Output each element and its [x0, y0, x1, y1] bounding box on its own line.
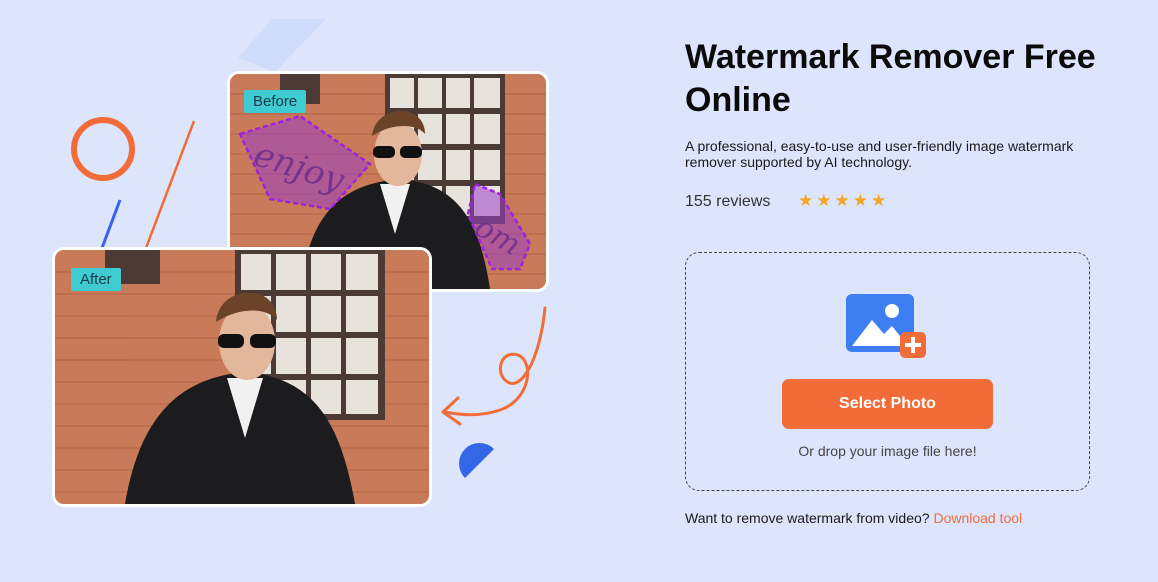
select-photo-button[interactable]: Select Photo — [782, 379, 993, 429]
video-question: Want to remove watermark from video? — [685, 510, 930, 526]
page-description: A professional, easy-to-use and user-fri… — [685, 138, 1074, 170]
after-tag: After — [71, 268, 121, 291]
deco-curved-arrow — [443, 306, 547, 417]
deco-blue-line — [100, 199, 122, 249]
before-tag: Before — [244, 90, 307, 113]
reviews-count: 155 reviews — [685, 193, 771, 210]
download-tool-link[interactable]: Download tool — [933, 510, 1022, 526]
deco-orange-ring — [71, 117, 135, 181]
deco-parallelogram — [238, 19, 326, 72]
rating-stars: ★★★★★ — [798, 191, 890, 210]
deco-arrowhead — [441, 396, 462, 426]
deco-orange-line — [144, 120, 196, 249]
video-watermark-line: Want to remove watermark from video? Dow… — [685, 510, 1022, 526]
after-image-card: After — [52, 247, 432, 507]
page-title: Watermark Remover Free Online — [685, 38, 1096, 119]
drop-hint: Or drop your image file here! — [798, 443, 977, 459]
deco-blue-semicircle — [458, 442, 494, 478]
image-add-icon — [846, 294, 926, 358]
